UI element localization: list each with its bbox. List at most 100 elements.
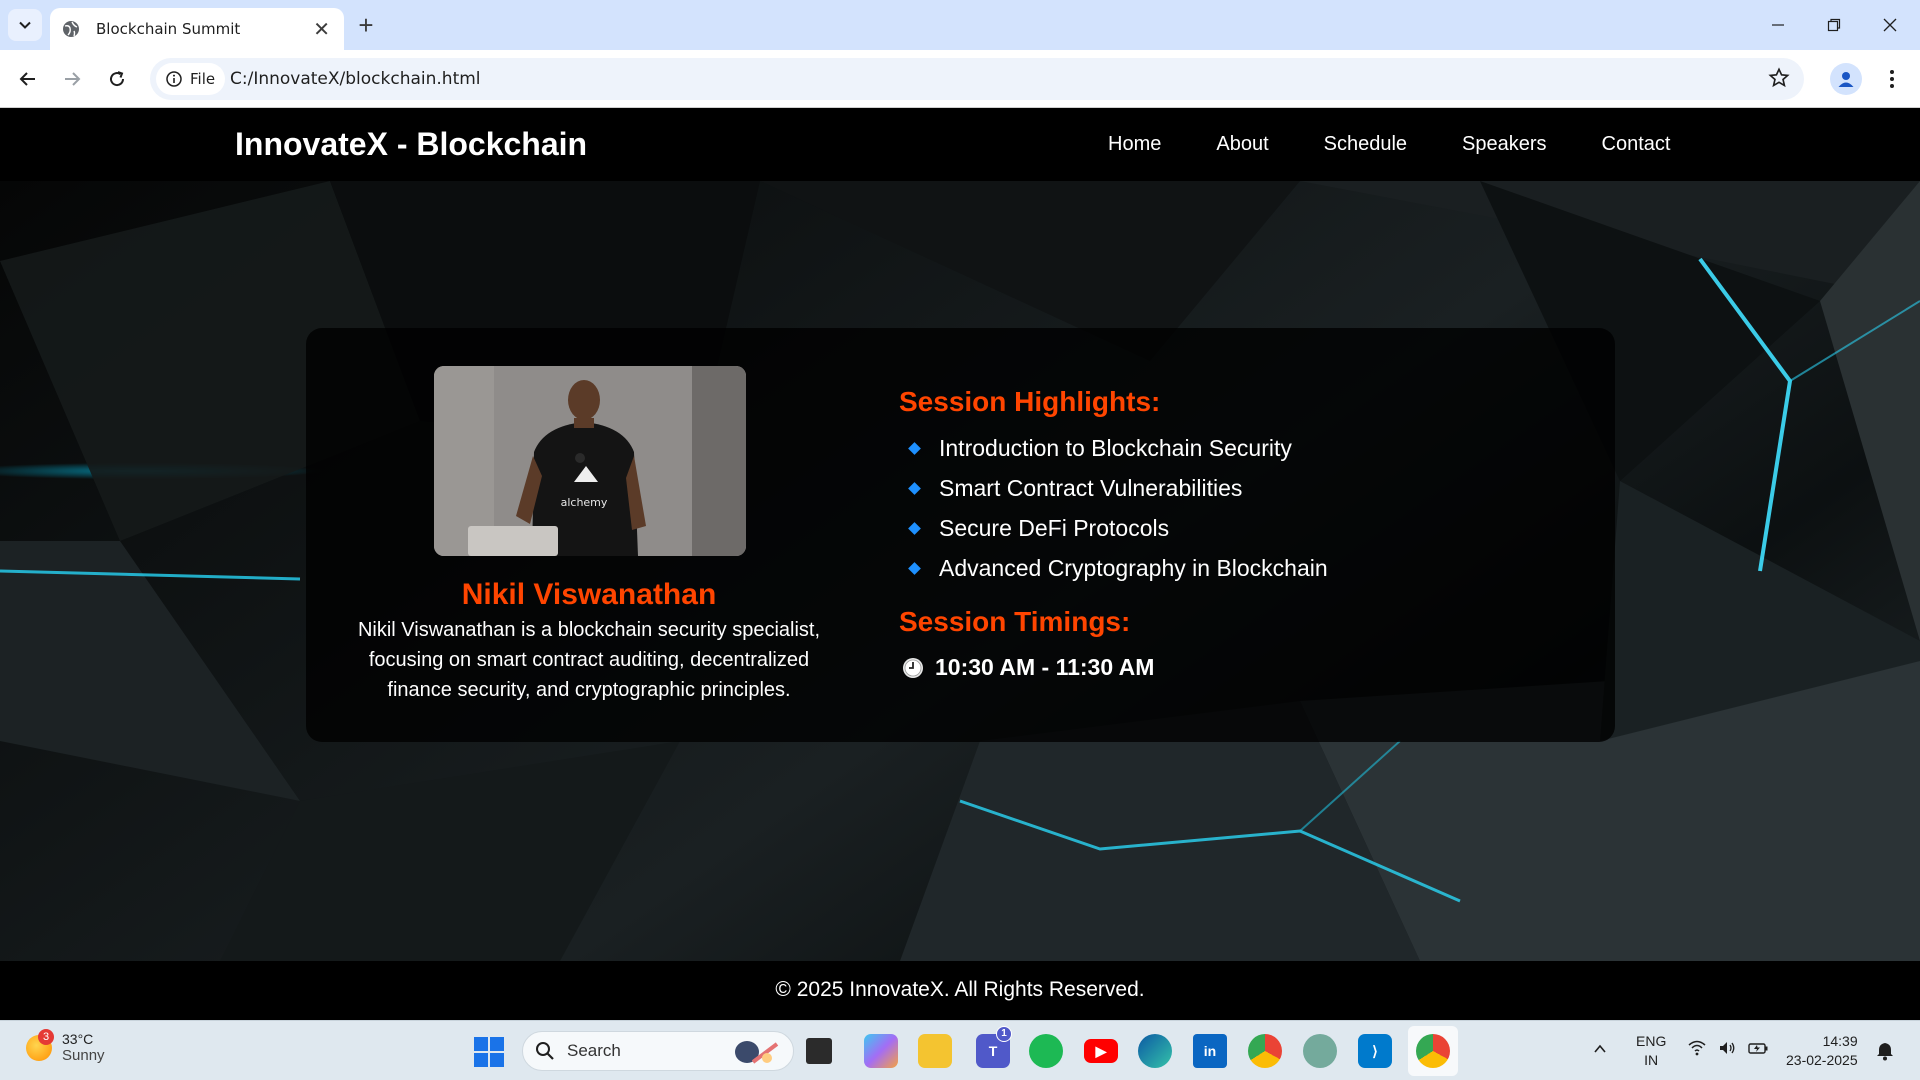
highlight-text: Advanced Cryptography in Blockchain: [939, 554, 1328, 581]
highlight-text: Introduction to Blockchain Security: [939, 434, 1292, 461]
linkedin-icon[interactable]: in: [1193, 1034, 1227, 1068]
highlights-title: Session Highlights:: [899, 386, 1161, 417]
notification-bell-icon[interactable]: [1876, 1041, 1894, 1061]
arrow-right-icon: [65, 72, 81, 86]
vscode-icon[interactable]: ⟩: [1358, 1034, 1392, 1068]
highlight-text: Smart Contract Vulnerabilities: [939, 474, 1243, 501]
profile-button[interactable]: [1830, 63, 1862, 95]
chevron-down-icon: [19, 21, 31, 29]
browser-tab[interactable]: Blockchain Summit ✕: [50, 8, 344, 50]
chatgpt-icon[interactable]: [1303, 1034, 1337, 1068]
search-label: Search: [567, 1041, 621, 1060]
nav-speakers[interactable]: Speakers: [1462, 133, 1547, 156]
task-view-icon[interactable]: [806, 1038, 832, 1064]
wifi-icon: [1688, 1040, 1706, 1056]
nav-schedule[interactable]: Schedule: [1324, 133, 1407, 156]
minimize-icon: [1772, 24, 1784, 26]
back-button[interactable]: [12, 63, 44, 95]
taskbar-search[interactable]: Search: [522, 1031, 794, 1071]
windows-start-icon[interactable]: [474, 1037, 504, 1067]
diamond-bullet-icon: [908, 481, 921, 495]
weather-widget[interactable]: 3 33°C Sunny: [26, 1028, 105, 1064]
highlight-text: Secure DeFi Protocols: [939, 514, 1170, 541]
chrome-icon[interactable]: [1248, 1034, 1282, 1068]
list-item: Secure DeFi Protocols: [904, 508, 1328, 548]
browser-menu-button[interactable]: [1880, 63, 1904, 95]
arrow-left-icon: [19, 72, 35, 86]
nav-home[interactable]: Home: [1108, 133, 1161, 156]
battery-icon: [1748, 1043, 1768, 1054]
session-timing: 10:30 AM - 11:30 AM: [902, 654, 1154, 681]
restore-button[interactable]: [1806, 0, 1862, 50]
list-item: Advanced Cryptography in Blockchain: [904, 548, 1328, 588]
chrome-active-icon[interactable]: [1416, 1034, 1450, 1068]
taskbar-clock[interactable]: 14:39 23-02-2025: [1786, 1032, 1858, 1070]
close-window-button[interactable]: [1862, 0, 1918, 50]
close-icon: [1883, 18, 1897, 32]
nav-contact[interactable]: Contact: [1602, 133, 1671, 156]
taskbar: 3 33°C Sunny Search T1 ▶ in ⟩ ENG IN 14:…: [0, 1020, 1920, 1080]
clock-icon: [903, 657, 923, 678]
url-text[interactable]: C:/InnovateX/blockchain.html: [230, 69, 481, 89]
site-nav: Home About Schedule Speakers Contact: [1108, 133, 1725, 156]
site-info-label: File: [190, 70, 216, 88]
spotify-icon[interactable]: [1029, 1034, 1063, 1068]
diamond-bullet-icon: [908, 441, 921, 455]
info-icon: [166, 71, 182, 87]
sun-icon: 3: [26, 1028, 54, 1061]
globe-icon: [63, 21, 79, 37]
edge-icon[interactable]: [1138, 1034, 1172, 1068]
site-info-chip[interactable]: File: [156, 63, 226, 95]
tab-search-button[interactable]: [8, 9, 42, 41]
weather-desc: Sunny: [62, 1047, 105, 1064]
tab-title: Blockchain Summit: [96, 20, 241, 38]
volume-icon: [1720, 1042, 1735, 1054]
weather-badge: 3: [38, 1028, 54, 1045]
search-highlight-icon: [735, 1041, 779, 1064]
site-brand[interactable]: InnovateX - Blockchain: [235, 126, 587, 163]
system-tray[interactable]: [1688, 1040, 1768, 1056]
weather-temp: 33°C: [62, 1031, 94, 1047]
clock-time: 14:39: [1822, 1033, 1858, 1049]
new-tab-button[interactable]: +: [352, 10, 380, 40]
lang-line2: IN: [1644, 1052, 1659, 1068]
timings-title: Session Timings:: [899, 606, 1131, 637]
photo-shirt-text: alchemy: [561, 496, 608, 509]
teams-icon[interactable]: T1: [976, 1026, 1012, 1068]
session-time: 10:30 AM - 11:30 AM: [935, 654, 1155, 680]
minimize-button[interactable]: [1750, 0, 1806, 50]
browser-toolbar: File C:/InnovateX/blockchain.html: [0, 50, 1920, 108]
web-page: InnovateX - Blockchain Home About Schedu…: [0, 109, 1920, 1020]
speaker-photo: alchemy: [434, 366, 746, 556]
restore-icon: [1827, 18, 1841, 32]
highlights-list: Introduction to Blockchain Security Smar…: [904, 428, 1328, 588]
diamond-bullet-icon: [908, 561, 921, 575]
list-item: Smart Contract Vulnerabilities: [904, 468, 1328, 508]
speaker-name: Nikil Viswanathan: [461, 578, 717, 611]
chevron-up-icon[interactable]: [1592, 1041, 1608, 1057]
file-explorer-icon[interactable]: [918, 1034, 952, 1068]
forward-button[interactable]: [56, 63, 88, 95]
speaker-bio: Nikil Viswanathan is a blockchain securi…: [357, 619, 821, 701]
tab-close-icon[interactable]: ✕: [313, 17, 330, 42]
speaker-photo-image: alchemy: [434, 366, 746, 556]
search-icon: [536, 1042, 554, 1060]
teams-badge: 1: [996, 1026, 1012, 1042]
copilot-icon[interactable]: [864, 1034, 898, 1068]
nav-about[interactable]: About: [1216, 133, 1268, 156]
clock-date: 23-02-2025: [1786, 1052, 1858, 1068]
list-item: Introduction to Blockchain Security: [904, 428, 1328, 468]
reload-button[interactable]: [101, 63, 133, 95]
language-indicator[interactable]: ENG IN: [1636, 1032, 1666, 1070]
address-bar[interactable]: File C:/InnovateX/blockchain.html: [150, 58, 1804, 100]
site-header: InnovateX - Blockchain Home About Schedu…: [0, 109, 1920, 181]
reload-icon: [110, 71, 125, 87]
site-footer: © 2025 InnovateX. All Rights Reserved.: [0, 961, 1920, 1020]
lang-line1: ENG: [1636, 1033, 1667, 1049]
diamond-bullet-icon: [908, 521, 921, 535]
bookmark-star-icon[interactable]: [1768, 67, 1790, 89]
more-vertical-icon: [1890, 70, 1894, 88]
browser-tabstrip: Blockchain Summit ✕ +: [0, 0, 1920, 50]
speaker-card: alchemy Nikil Viswanathan Nikil Viswanat…: [306, 328, 1615, 742]
youtube-icon[interactable]: ▶: [1084, 1039, 1118, 1063]
